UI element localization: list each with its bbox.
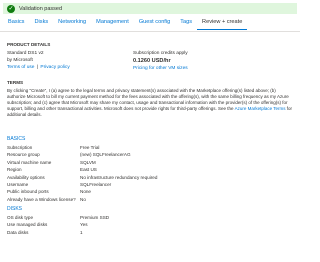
tab-networking[interactable]: Networking [53, 17, 91, 30]
marketplace-terms-link[interactable]: Azure Marketplace Terms [235, 106, 286, 111]
row-key: Availability options [7, 174, 45, 180]
row-key: Region [7, 167, 22, 173]
table-row: Public inbound ports None [7, 188, 297, 195]
row-key: Use managed disks [7, 222, 48, 228]
disks-table: OS disk type Premium SSD Use managed disk… [7, 214, 297, 236]
row-value: No [80, 196, 86, 202]
row-value: East US [80, 167, 97, 173]
terms-of-use-link[interactable]: Terms of use [7, 65, 34, 70]
pricing-other-sizes-link[interactable]: Pricing for other VM sizes [133, 66, 188, 71]
row-key: OS disk type [7, 215, 34, 220]
row-key: Data disks [7, 229, 29, 235]
row-value: SQLVM [80, 159, 96, 165]
basics-heading: BASICS [7, 136, 26, 142]
tab-divider [0, 31, 300, 32]
row-key: Public inbound ports [7, 189, 49, 195]
row-value: 1 [80, 229, 83, 235]
table-row: Region East US [7, 166, 297, 173]
tab-tags[interactable]: Tags [175, 17, 197, 30]
table-row: Virtual machine name SQLVM [7, 159, 297, 166]
table-row: Already have a Windows license? No [7, 196, 297, 203]
validation-text: Validation passed [19, 5, 63, 12]
row-value: Free Trial [80, 145, 100, 150]
table-row: Resource group (new) SQLFreelancerAG [7, 151, 297, 158]
row-value: SQLFreelancer [80, 181, 112, 187]
table-row: Availability options No infrastructure re… [7, 174, 297, 181]
tab-bar: Basics Disks Networking Management Guest… [3, 17, 248, 30]
disks-heading: DISKS [7, 206, 23, 212]
row-key: Virtual machine name [7, 159, 52, 165]
table-row: Data disks 1 [7, 229, 297, 236]
table-row: Subscription Free Trial [7, 144, 297, 151]
table-row: Use managed disks Yes [7, 221, 297, 228]
tab-management[interactable]: Management [91, 17, 134, 30]
table-row: OS disk type Premium SSD [7, 214, 297, 221]
product-links: Terms of use | Privacy policy [7, 65, 70, 70]
subscription-credits-label: Subscription credits apply [133, 51, 188, 56]
product-name: Standard DS1 v2 [7, 51, 44, 56]
link-separator: | [36, 65, 39, 70]
terms-heading: TERMS [7, 80, 24, 85]
row-key: Already have a Windows license? [7, 196, 76, 202]
row-key: Resource group [7, 152, 40, 158]
privacy-policy-link[interactable]: Privacy policy [40, 65, 69, 70]
terms-text: By clicking "Create", I (a) agree to the… [7, 88, 293, 118]
product-publisher: by Microsoft [7, 58, 33, 63]
row-value: Premium SSD [80, 215, 110, 220]
tab-basics[interactable]: Basics [3, 17, 29, 30]
table-row: Username SQLFreelancer [7, 181, 297, 188]
price-value: 0.1260 USD/hr [133, 58, 171, 64]
row-key: Subscription [7, 145, 33, 150]
tab-review-create[interactable]: Review + create [197, 17, 248, 30]
check-icon: ✓ [7, 4, 15, 13]
validation-banner: ✓ Validation passed [3, 3, 297, 14]
row-key: Username [7, 181, 29, 187]
tab-disks[interactable]: Disks [29, 17, 53, 30]
product-details-heading: PRODUCT DETAILS [7, 42, 51, 47]
row-value: No infrastructure redundancy required [80, 174, 158, 180]
basics-table: Subscription Free Trial Resource group (ne… [7, 144, 297, 203]
row-value: (new) SQLFreelancerAG [80, 152, 131, 158]
tab-guest-config[interactable]: Guest config [134, 17, 175, 30]
row-value: None [80, 189, 91, 195]
row-value: Yes [80, 222, 88, 228]
